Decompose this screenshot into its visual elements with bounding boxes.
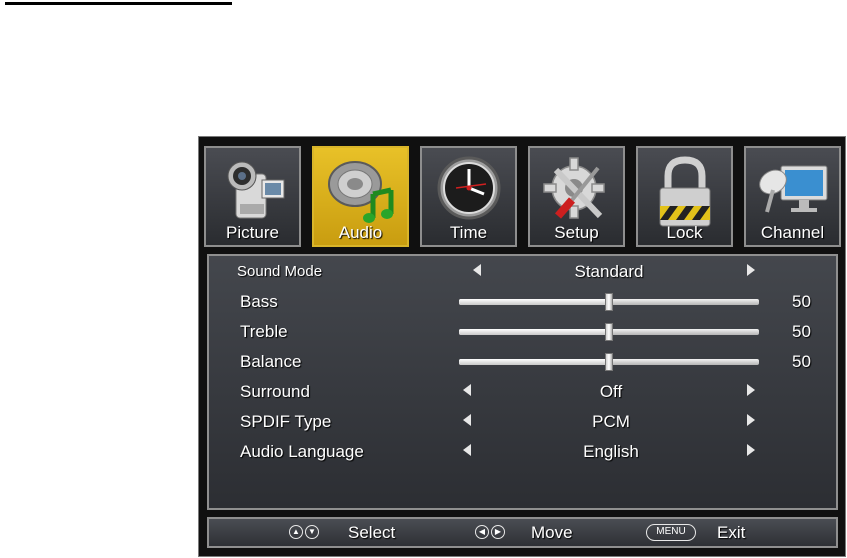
top-rule-line — [5, 2, 232, 5]
audio-language-value: English — [583, 442, 639, 461]
slider-knob[interactable] — [605, 323, 613, 341]
up-button-icon: ▲ — [289, 525, 303, 539]
bass-row[interactable]: Bass 50 — [209, 290, 836, 314]
bass-value: 50 — [792, 292, 811, 311]
audio-language-label: Audio Language — [240, 442, 364, 461]
audio-language-row[interactable]: Audio Language English — [209, 440, 836, 464]
speaker-music-icon — [327, 161, 393, 223]
slider-knob[interactable] — [605, 293, 613, 311]
treble-label: Treble — [240, 322, 288, 341]
balance-row[interactable]: Balance 50 — [209, 350, 836, 374]
balance-label: Balance — [240, 352, 302, 371]
treble-slider[interactable] — [459, 323, 759, 341]
exit-hint-label: Exit — [717, 523, 746, 542]
tab-channel[interactable]: Channel — [744, 146, 841, 247]
tab-audio[interactable]: Audio — [312, 146, 409, 247]
padlock-icon — [659, 156, 710, 227]
move-hint-label: Move — [531, 523, 573, 542]
balance-slider[interactable] — [459, 353, 759, 371]
right-button-icon: ▶ — [491, 525, 505, 539]
treble-value: 50 — [792, 322, 811, 341]
tab-label: Setup — [554, 223, 599, 242]
tv-osd-menu: Picture Audio Time Setup Lock Channel So… — [198, 136, 846, 557]
chevron-right-icon[interactable] — [747, 264, 755, 276]
bass-slider[interactable] — [459, 293, 759, 311]
chevron-left-icon[interactable] — [463, 384, 471, 396]
clock-icon — [437, 156, 500, 220]
chevron-left-icon[interactable] — [463, 414, 471, 426]
satellite-monitor-icon — [758, 165, 827, 213]
surround-label: Surround — [240, 382, 310, 401]
tab-time[interactable]: Time — [420, 146, 517, 247]
tab-lock[interactable]: Lock — [636, 146, 733, 247]
slider-fill — [459, 329, 609, 335]
chevron-left-icon[interactable] — [463, 444, 471, 456]
gear-tools-icon — [542, 157, 605, 219]
surround-row[interactable]: Surround Off — [209, 380, 836, 404]
spdif-type-row[interactable]: SPDIF Type PCM — [209, 410, 836, 434]
sound-mode-value: Standard — [574, 262, 644, 281]
tab-label: Channel — [760, 223, 825, 242]
sound-mode-label: Sound Mode — [237, 263, 323, 280]
chevron-right-icon[interactable] — [747, 414, 755, 426]
chevron-right-icon[interactable] — [747, 444, 755, 456]
tab-label: Lock — [666, 223, 703, 242]
tab-label: Time — [449, 223, 488, 242]
spdif-type-value: PCM — [592, 412, 630, 431]
spdif-type-label: SPDIF Type — [240, 412, 332, 431]
bass-label: Bass — [240, 292, 278, 311]
tab-label: Picture — [226, 223, 279, 242]
slider-fill — [459, 359, 609, 365]
treble-row[interactable]: Treble 50 — [209, 320, 836, 344]
tab-setup[interactable]: Setup — [528, 146, 625, 247]
select-hint-label: Select — [348, 523, 396, 542]
left-button-icon: ◀ — [475, 525, 489, 539]
tab-picture[interactable]: Picture — [204, 146, 301, 247]
surround-value: Off — [599, 382, 623, 401]
key-hint-bar: ▲ ▼ Select ◀ ▶ Move MENU Exit — [207, 517, 838, 548]
audio-settings-panel: Sound Mode Standard Bass 50 Treble 50 Ba… — [207, 254, 838, 510]
balance-value: 50 — [792, 352, 811, 371]
camcorder-icon — [227, 161, 284, 219]
chevron-right-icon[interactable] — [747, 384, 755, 396]
slider-knob[interactable] — [605, 353, 613, 371]
menu-key-icon: MENU — [646, 524, 696, 541]
tab-label: Audio — [338, 223, 383, 242]
slider-fill — [459, 299, 609, 305]
chevron-left-icon[interactable] — [473, 264, 481, 276]
down-button-icon: ▼ — [305, 525, 319, 539]
sound-mode-row[interactable]: Sound Mode Standard — [209, 260, 836, 284]
